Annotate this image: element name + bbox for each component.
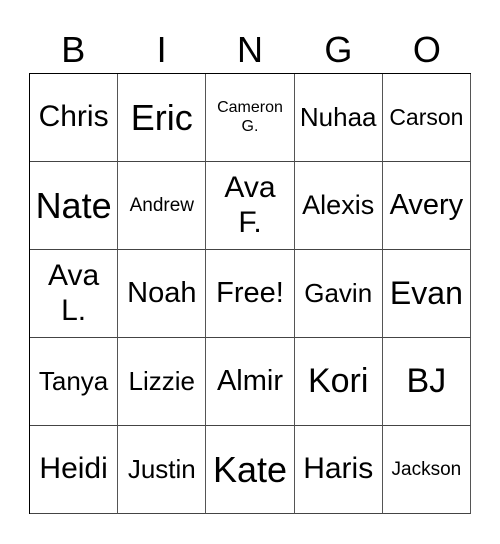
- bingo-grid: Chris Eric Cameron G. Nuhaa Carson Nate …: [29, 73, 471, 514]
- cell-label: Jackson: [391, 458, 462, 480]
- header-letter-o: O: [412, 29, 441, 70]
- bingo-cell[interactable]: Lizzie: [118, 338, 207, 426]
- header-letter-b: B: [61, 29, 86, 70]
- bingo-cell[interactable]: Avery: [382, 162, 471, 250]
- free-space-cell[interactable]: Free!: [206, 250, 295, 338]
- bingo-cell[interactable]: Ava F.: [206, 162, 295, 250]
- bingo-cell[interactable]: Chris: [30, 74, 119, 162]
- bingo-cell[interactable]: Haris: [294, 426, 383, 514]
- bingo-cell[interactable]: Heidi: [30, 426, 119, 514]
- cell-label: Andrew: [129, 194, 194, 216]
- cell-label: Nuhaa: [299, 101, 377, 132]
- header-letter-g: G: [324, 29, 353, 70]
- bingo-cell[interactable]: Almir: [206, 338, 295, 426]
- bingo-cell[interactable]: Justin: [118, 426, 207, 514]
- bingo-cell[interactable]: Alexis: [294, 162, 383, 250]
- cell-label: BJ: [406, 361, 447, 400]
- cell-label: Chris: [38, 100, 109, 134]
- cell-label: Kate: [212, 448, 288, 490]
- bingo-cell[interactable]: Andrew: [118, 162, 207, 250]
- cell-label: Evan: [389, 275, 463, 312]
- cell-label: Eric: [130, 96, 193, 138]
- header-letter-i: I: [156, 29, 167, 70]
- bingo-cell[interactable]: Nate: [30, 162, 119, 250]
- bingo-cell[interactable]: Evan: [382, 250, 471, 338]
- cell-label: Avery: [389, 188, 464, 221]
- cell-label: Justin: [127, 453, 196, 484]
- bingo-cell[interactable]: BJ: [382, 338, 471, 426]
- bingo-header: B I N G O: [29, 28, 471, 72]
- cell-label: Tanya: [38, 365, 109, 396]
- cell-label: Kori: [307, 361, 369, 400]
- cell-label: Carson: [389, 104, 464, 131]
- bingo-cell[interactable]: Ava L.: [30, 250, 119, 338]
- bingo-cell[interactable]: Noah: [118, 250, 207, 338]
- cell-label: Ava L.: [48, 259, 100, 327]
- cell-label: Free!: [216, 276, 284, 309]
- cell-label: Alexis: [302, 189, 375, 220]
- bingo-cell[interactable]: Eric: [118, 74, 207, 162]
- bingo-cell[interactable]: Nuhaa: [294, 74, 383, 162]
- bingo-cell[interactable]: Jackson: [382, 426, 471, 514]
- bingo-cell[interactable]: Tanya: [30, 338, 119, 426]
- cell-label: Ava F.: [224, 171, 276, 239]
- header-letter-n: N: [237, 29, 264, 70]
- bingo-cell[interactable]: Carson: [382, 74, 471, 162]
- cell-label: Gavin: [304, 277, 373, 308]
- bingo-cell[interactable]: Kori: [294, 338, 383, 426]
- bingo-cell[interactable]: Kate: [206, 426, 295, 514]
- bingo-cell[interactable]: Gavin: [294, 250, 383, 338]
- cell-label: Haris: [303, 452, 374, 486]
- cell-label: Heidi: [39, 452, 108, 486]
- cell-label: Noah: [127, 276, 197, 309]
- cell-label: Almir: [216, 364, 284, 397]
- cell-label: Lizzie: [128, 365, 196, 396]
- cell-label: Cameron G.: [217, 99, 283, 135]
- bingo-cell[interactable]: Cameron G.: [206, 74, 295, 162]
- cell-label: Nate: [35, 184, 112, 226]
